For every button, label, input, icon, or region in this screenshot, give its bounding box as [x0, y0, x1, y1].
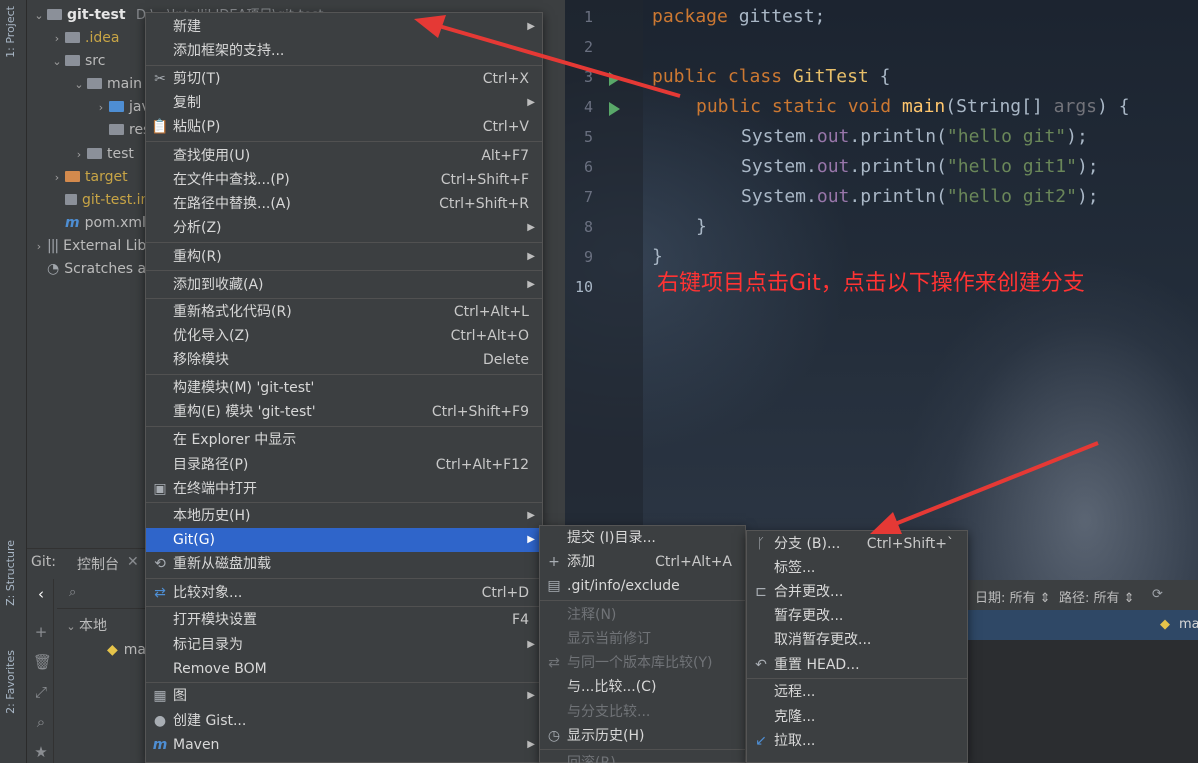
arrow-head: [870, 512, 902, 534]
arrow-head: [414, 15, 446, 38]
arrow-to-new-menu: [431, 22, 681, 98]
arrow-to-branches: [889, 441, 1099, 528]
annotation-arrows: [414, 15, 1099, 534]
